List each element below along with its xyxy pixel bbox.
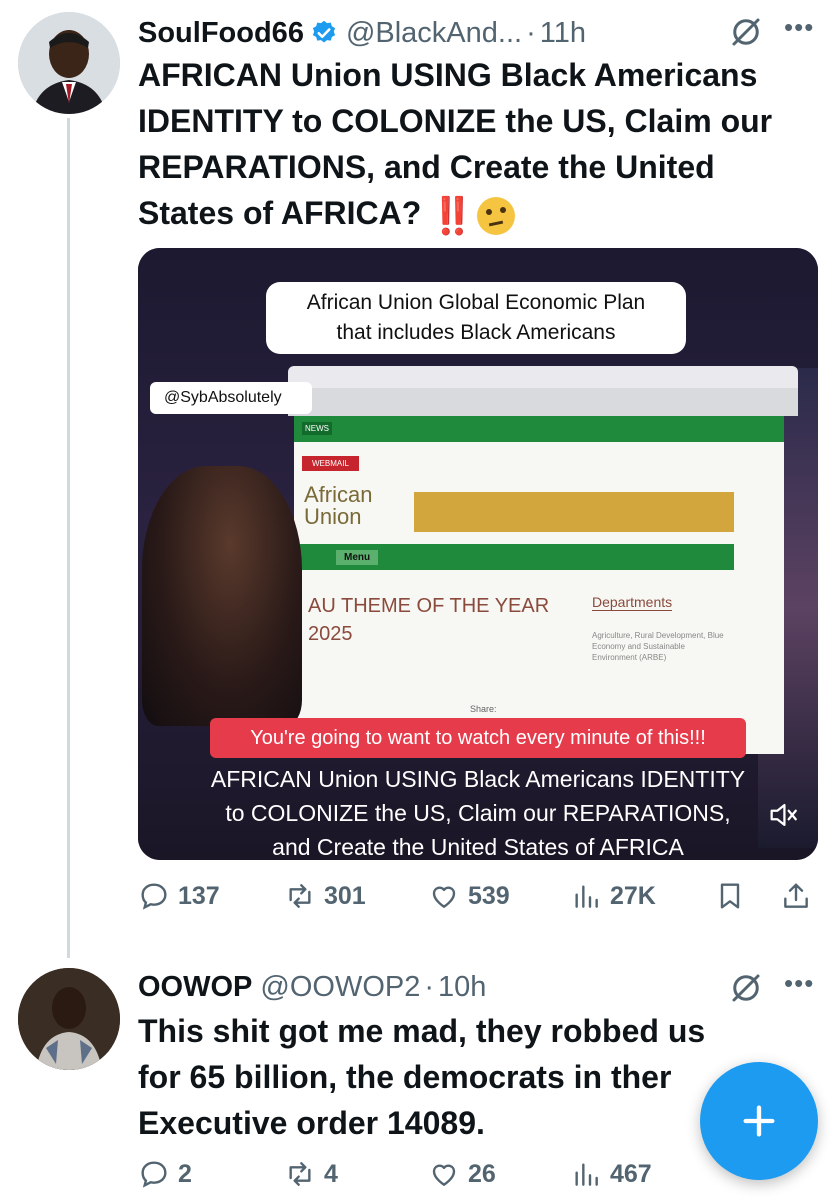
site-menu-label: Menu [336,550,379,565]
compose-button[interactable] [700,1062,818,1180]
logo-line: African [304,482,373,507]
like-button[interactable]: 26 [428,1158,496,1190]
site-webmail-button: WEBMAIL [302,456,359,471]
video-media-card[interactable]: African Union Global Economic Plan that … [138,248,818,860]
au-theme-line: AU THEME OF THE YEAR [308,595,550,617]
logo-line: Union [304,504,362,529]
departments-description: Agriculture, Rural Development, Blue Eco… [592,631,724,662]
plan-title-line: that includes Black Americans [336,321,616,344]
tweet-text-line: AFRICAN Union USING Black Americans [138,57,758,93]
departments-heading: Departments [592,594,673,611]
avatar-portrait-image [18,12,120,114]
reply-button[interactable]: 137 [138,880,220,912]
browser-bookmarks-bar [288,388,798,416]
more-icon[interactable]: ••• [784,968,814,999]
site-news-label: NEWS [302,422,332,435]
repost-icon [289,884,311,908]
au-theme-line: 2025 [308,623,353,645]
avatar-portrait-image [18,968,120,1070]
tweet-actions-1: 137 301 539 27K [138,874,818,918]
verified-badge-icon [312,20,336,43]
timestamp[interactable]: 11h [540,17,586,50]
like-icon [432,1164,456,1186]
reply-button[interactable]: 2 [138,1158,192,1190]
au-theme-heading: AU THEME OF THE YEAR 2025 [308,592,549,648]
repost-count: 301 [324,881,366,910]
reply-count: 2 [178,1159,192,1188]
like-icon [432,886,456,908]
tweet-text-line: States of AFRICA? [138,195,422,231]
video-caption: AFRICAN Union USING Black Americans IDEN… [168,762,788,860]
thinking-face-emoji [476,196,515,235]
compose-plus-icon [743,1105,775,1137]
site-top-bar: NEWS [294,416,784,442]
views-button[interactable]: 27K [570,880,656,912]
reply-count: 137 [178,881,220,910]
african-union-logo: African Union [304,484,372,528]
plan-title-line: African Union Global Economic Plan [306,291,646,314]
views-icon [575,1163,598,1186]
share-icon [784,883,808,908]
caption-line: AFRICAN Union USING Black Americans IDEN… [210,766,746,792]
site-share-label: Share: [470,704,497,714]
bookmark-button[interactable] [714,880,746,912]
views-count: 27K [610,881,656,910]
thread-connector-line [67,118,70,958]
like-button[interactable]: 539 [428,880,510,912]
views-count: 467 [610,1159,652,1188]
repost-count: 4 [324,1159,338,1188]
timestamp[interactable]: 10h [438,971,486,1004]
tweet-header-2: OOWOP @OOWOP2 · 10h [138,968,486,1006]
tweet-text-line: REPARATIONS, and Create the United [138,149,715,185]
separator-dot: · [526,16,536,49]
creator-handle-tag: @SybAbsolutely [150,382,312,414]
display-name[interactable]: SoulFood66 [138,17,304,50]
views-icon [575,885,598,908]
repost-button[interactable]: 4 [284,1158,338,1190]
tweet-text-line: This shit got me mad, they robbed us [138,1013,706,1049]
like-count: 539 [468,881,510,910]
repost-button[interactable]: 301 [284,880,366,912]
tweet-header-1: SoulFood66 @BlackAnd... · 11h [138,14,586,52]
caption-line: and Create the United States of AFRICA [272,834,684,860]
site-menu-bar: Menu [300,544,734,570]
display-name[interactable]: OOWOP [138,971,252,1004]
views-button[interactable]: 467 [570,1158,652,1190]
reparations-banner [414,492,734,532]
reply-icon [141,1161,167,1188]
watch-banner: You're going to want to watch every minu… [210,718,746,758]
tweet-text-line: IDENTITY to COLONIZE the US, Claim our [138,103,773,139]
handle[interactable]: @OOWOP2 [260,971,420,1004]
avatar-oowop[interactable] [18,968,120,1070]
handle[interactable]: @BlackAnd... [346,17,522,50]
repost-icon [289,1162,311,1186]
tweet-text-1: AFRICAN Union USING Black Americans IDEN… [138,52,828,239]
like-count: 26 [468,1159,496,1188]
more-icon[interactable]: ••• [784,12,814,43]
plan-title-box: African Union Global Economic Plan that … [266,282,686,354]
video-speaker [142,466,302,726]
share-button[interactable] [780,880,812,912]
bookmark-icon [720,883,740,909]
mute-icon[interactable] [766,798,800,832]
caption-line: to COLONIZE the US, Claim our REPARATION… [225,800,731,826]
african-union-website: NEWS WEBMAIL African Union Menu AU THEME… [294,416,784,754]
double-exclamation-emoji: ‼️ [430,194,475,236]
reply-icon [141,883,167,910]
grok-icon[interactable] [728,14,764,50]
avatar-soulfood66[interactable] [18,12,120,114]
grok-icon[interactable] [728,970,764,1006]
separator-dot: · [424,970,435,1003]
